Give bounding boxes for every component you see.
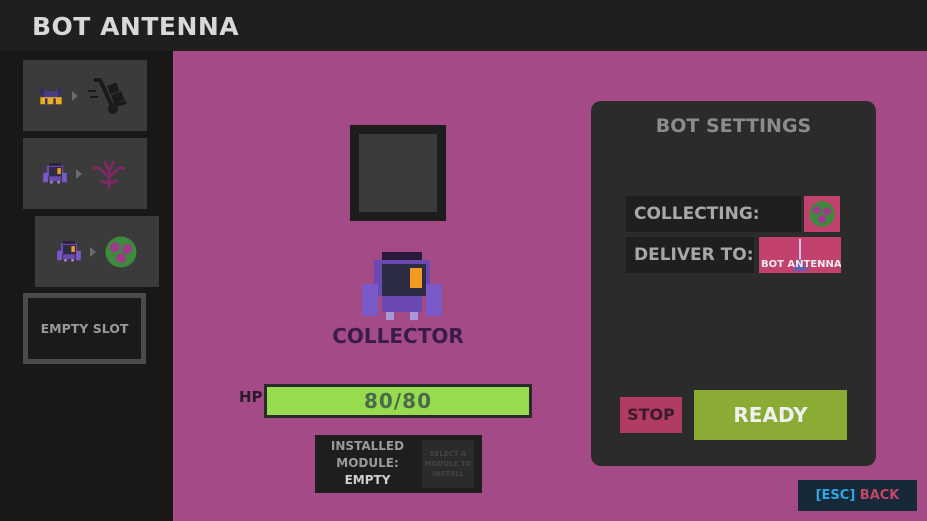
module-value: EMPTY	[344, 473, 391, 487]
deliver-target-button[interactable]: BOT ANTENNA	[759, 237, 841, 273]
arrow-right-icon	[72, 90, 78, 101]
empty-slot[interactable]: EMPTY SLOT	[23, 293, 146, 364]
header-bar: BOT ANTENNA	[0, 0, 927, 51]
module-label: INSTALLED	[330, 439, 405, 453]
bot-preview-frame	[350, 125, 446, 221]
bot-slot-1[interactable]	[23, 60, 147, 131]
collecting-row: COLLECTING:	[626, 196, 801, 232]
collector-bot-icon	[57, 240, 81, 261]
bot-type-name: COLLECTOR	[332, 324, 464, 348]
collecting-target-button[interactable]	[804, 196, 840, 232]
stop-button[interactable]: STOP	[620, 397, 682, 433]
esc-key-hint: [ESC]	[815, 488, 856, 503]
coral-plant-icon	[92, 159, 126, 189]
back-label: BACK	[859, 488, 900, 503]
deliver-row: DELIVER TO:	[626, 237, 754, 273]
collector-bot-icon	[43, 162, 67, 183]
hand-truck-icon	[88, 77, 127, 114]
empty-slot-label: EMPTY SLOT	[40, 321, 129, 336]
settings-title: BOT SETTINGS	[655, 115, 812, 137]
deliver-target-label: BOT ANTENNA	[761, 259, 841, 270]
select-module-button[interactable]: SELECT A MODULE TO INSTALL	[422, 440, 474, 488]
back-button[interactable]: [ESC] BACK	[798, 480, 917, 511]
hp-label: HP	[239, 388, 263, 406]
installed-module-panel: INSTALLED MODULE: EMPTY SELECT A MODULE …	[315, 435, 482, 493]
bot-slot-2[interactable]	[23, 138, 147, 209]
collector-bot-sprite	[362, 252, 442, 320]
module-label: MODULE:	[336, 456, 399, 470]
berry-bush-icon	[105, 236, 137, 267]
ready-button[interactable]: READY	[694, 390, 847, 440]
hauler-bot-icon	[40, 87, 62, 104]
arrow-right-icon	[76, 168, 82, 179]
page-title: BOT ANTENNA	[32, 12, 240, 41]
bot-slot-3-selected[interactable]	[35, 216, 159, 287]
hp-value: 80/80	[364, 389, 432, 413]
arrow-right-icon	[90, 246, 96, 257]
berry-bush-icon	[809, 201, 835, 227]
hp-bar: 80/80	[264, 384, 532, 418]
